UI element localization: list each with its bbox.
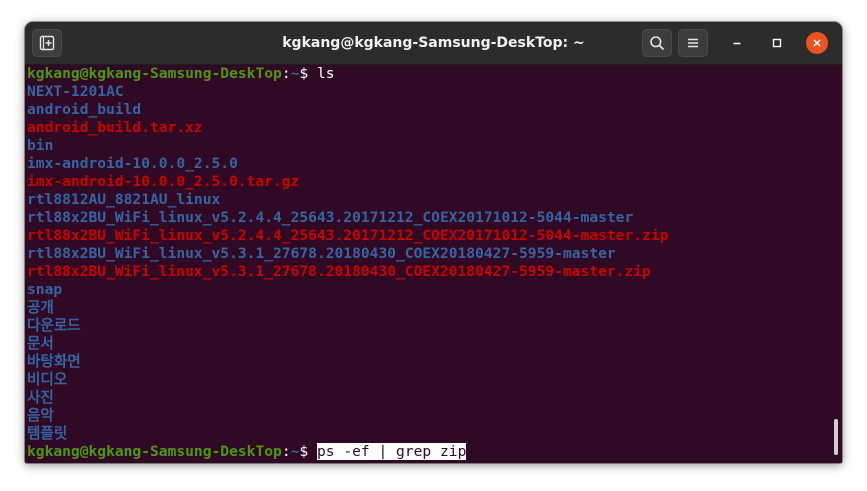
prompt-user-host: kgkang@kgkang-Samsung-DeskTop: [27, 65, 282, 82]
menu-button[interactable]: [678, 29, 708, 57]
terminal-output[interactable]: kgkang@kgkang-Samsung-DeskTop:~$ ls NEXT…: [27, 65, 830, 463]
search-icon: [650, 36, 664, 50]
directory-entry: 공개: [27, 299, 54, 316]
close-icon: [813, 39, 821, 47]
prompt-user-host: kgkang@kgkang-Samsung-DeskTop: [27, 443, 282, 460]
selected-command-text[interactable]: ps -ef | grep zip: [316, 443, 467, 460]
maximize-icon: [772, 38, 782, 48]
close-button[interactable]: [806, 32, 828, 54]
directory-entry: 음악: [27, 407, 54, 424]
directory-entry: imx-android-10.0.0_2.5.0: [27, 155, 238, 172]
archive-file-entry: imx-android-10.0.0_2.5.0.tar.gz: [27, 173, 300, 190]
directory-entry: 템플릿: [27, 425, 68, 442]
maximize-button[interactable]: [766, 32, 788, 54]
window-title-wrap: kgkang@kgkang-Samsung-DeskTop: ~: [25, 22, 842, 64]
prompt-separator: :: [281, 443, 291, 460]
search-button[interactable]: [642, 29, 672, 57]
directory-entry: rtl88x2BU_WiFi_linux_v5.3.1_27678.201804…: [27, 245, 616, 262]
prompt-line-ls: kgkang@kgkang-Samsung-DeskTop:~$ ls: [27, 65, 830, 83]
directory-entry: rtl8812AU_8821AU_linux: [27, 191, 221, 208]
minimize-button[interactable]: [726, 32, 748, 54]
prompt-symbol: $: [299, 443, 317, 460]
directory-entry: bin: [27, 137, 54, 154]
directory-entry: 사진: [27, 389, 54, 406]
minimize-icon: [733, 42, 741, 45]
new-tab-button[interactable]: [32, 29, 62, 57]
directory-entry: 다운로드: [27, 317, 81, 334]
prompt-symbol: $: [299, 65, 317, 82]
ls-listing: NEXT-1201AC android_build android_build.ta…: [27, 83, 830, 443]
directory-entry: android_build: [27, 101, 142, 118]
hamburger-menu-icon: [688, 38, 698, 48]
archive-file-entry: android_build.tar.xz: [27, 119, 203, 136]
new-tab-icon: [39, 35, 55, 51]
command-text: ls: [316, 65, 335, 82]
directory-entry: rtl88x2BU_WiFi_linux_v5.2.4.4_25643.2017…: [27, 209, 634, 226]
prompt-separator: :: [281, 65, 291, 82]
directory-entry: 바탕화면: [27, 353, 81, 370]
directory-entry: snap: [27, 281, 63, 298]
window-title: kgkang@kgkang-Samsung-DeskTop: ~: [282, 35, 585, 51]
terminal-window: kgkang@kgkang-Samsung-DeskTop: ~ kgkang@…: [25, 22, 842, 463]
title-bar[interactable]: kgkang@kgkang-Samsung-DeskTop: ~: [25, 22, 842, 65]
directory-entry: 문서: [27, 335, 54, 352]
prompt-line-current[interactable]: kgkang@kgkang-Samsung-DeskTop:~$ ps -ef …: [27, 443, 830, 461]
directory-entry: NEXT-1201AC: [27, 83, 124, 100]
directory-entry: 비디오: [27, 371, 68, 388]
archive-file-entry: rtl88x2BU_WiFi_linux_v5.2.4.4_25643.2017…: [27, 227, 669, 244]
archive-file-entry: rtl88x2BU_WiFi_linux_v5.3.1_27678.201804…: [27, 263, 651, 280]
scrollbar-thumb[interactable]: [834, 419, 838, 455]
